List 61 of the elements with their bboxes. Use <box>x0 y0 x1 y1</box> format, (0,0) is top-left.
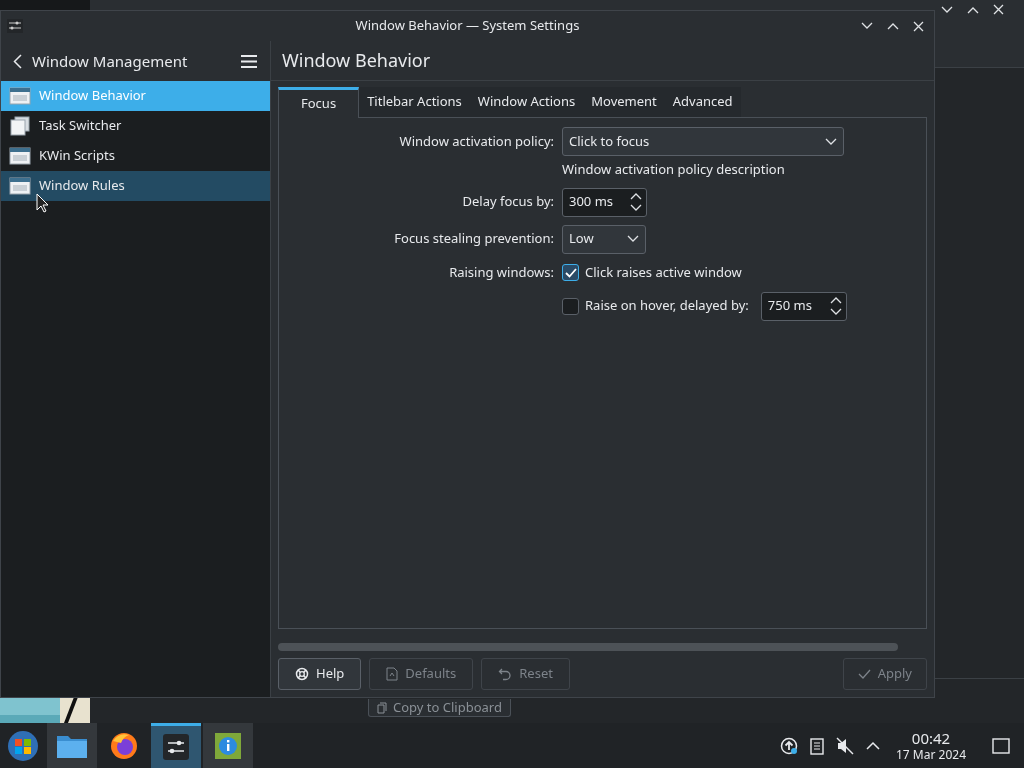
sidebar-item[interactable]: Task Switcher <box>1 111 270 141</box>
field-label: Focus stealing prevention: <box>393 229 554 249</box>
scrollbar[interactable] <box>278 643 898 651</box>
maximize-icon[interactable] <box>967 5 979 14</box>
sidebar-title: Window Management <box>32 49 188 73</box>
update-icon[interactable] <box>780 736 798 755</box>
show-desktop-icon[interactable] <box>992 737 1010 754</box>
minimize-icon <box>861 22 873 30</box>
window-title: Window Behavior — System Settings <box>354 16 581 36</box>
browser-icon <box>109 730 139 761</box>
checkmark-icon <box>857 669 871 679</box>
dropdown[interactable]: Click to focus <box>562 127 844 156</box>
window-icon <box>9 177 31 195</box>
copy-button[interactable]: Copy to Clipboard <box>368 699 511 717</box>
spin-box[interactable]: 300 ms <box>562 187 647 217</box>
sliders-icon <box>162 733 190 761</box>
windows-orb-icon <box>6 729 39 762</box>
sidebar-item[interactable]: KWin Scripts <box>1 141 270 171</box>
checkbox[interactable] <box>562 264 579 281</box>
taskbar-item[interactable] <box>203 723 253 768</box>
mouse-cursor-icon <box>36 193 48 213</box>
info-chip-icon <box>213 730 243 761</box>
field-label: Raising windows: <box>448 262 554 283</box>
clipboard-icon[interactable] <box>810 736 824 755</box>
tab[interactable]: Advanced <box>664 87 741 118</box>
clock-date[interactable]: 17 Mar 2024 <box>896 747 966 763</box>
tab[interactable]: Window Actions <box>469 87 584 118</box>
field-label: Delay focus by: <box>461 192 554 212</box>
spin-arrows-icon[interactable] <box>630 192 642 212</box>
maximize-icon[interactable] <box>887 22 899 30</box>
checkbox-label[interactable]: Raise on hover, delayed by: <box>585 296 749 316</box>
window-icon <box>9 147 31 165</box>
minimize-icon <box>941 5 953 14</box>
lifebuoy-icon <box>295 667 309 681</box>
document-icon <box>386 667 399 681</box>
spin-box[interactable]: 750 ms <box>760 291 847 321</box>
footer-button[interactable]: Help <box>278 658 362 690</box>
undo-icon <box>498 667 513 681</box>
menu-icon[interactable] <box>241 54 257 68</box>
page-title: Window Behavior <box>282 47 431 74</box>
dropdown[interactable]: Low <box>562 224 646 254</box>
taskbar-item[interactable] <box>151 723 201 768</box>
clock-time[interactable]: 00:42 <box>911 728 951 748</box>
window-icon <box>9 87 31 105</box>
stacked-windows-icon <box>9 116 31 136</box>
field-label: Window activation policy: <box>398 131 554 152</box>
muted-speaker-icon[interactable] <box>836 736 854 755</box>
taskbar-item[interactable] <box>47 723 97 768</box>
back-icon[interactable] <box>13 53 22 69</box>
app-icon <box>7 19 23 33</box>
spin-arrows-icon[interactable] <box>829 296 842 316</box>
close-icon[interactable] <box>913 20 924 32</box>
checkbox[interactable] <box>562 297 579 315</box>
checkbox-label[interactable]: Click raises active window <box>585 262 742 283</box>
tab[interactable]: Focus <box>278 87 360 118</box>
close-icon[interactable] <box>993 4 1004 15</box>
sidebar-item[interactable]: Window Rules <box>1 171 270 201</box>
copy-icon <box>377 701 387 714</box>
description-text: Window activation policy description <box>562 160 786 180</box>
tab[interactable]: Titlebar Actions <box>359 87 470 118</box>
tab[interactable]: Movement <box>583 87 665 118</box>
